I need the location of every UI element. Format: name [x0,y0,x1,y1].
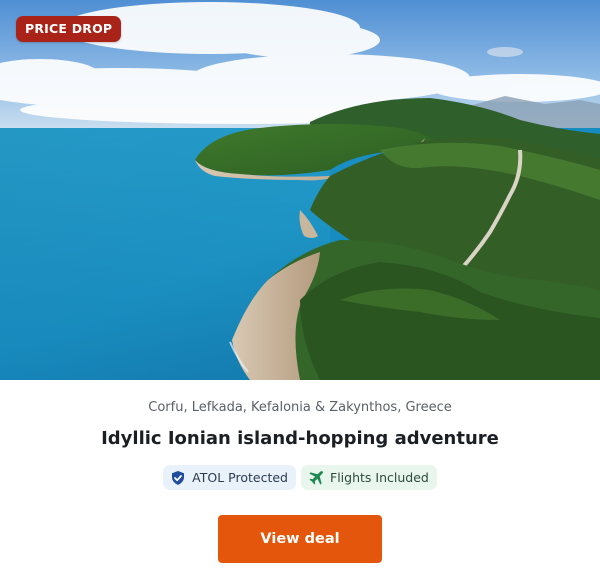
atol-protected-tag: ATOL Protected [163,465,296,490]
price-drop-badge: PRICE DROP [16,16,122,42]
hero-image[interactable]: PRICE DROP [0,0,600,380]
atol-tag-label: ATOL Protected [192,470,288,485]
airplane-icon [308,470,324,486]
deal-tags: ATOL Protected Flights Included [0,465,600,490]
coastline-photo [0,0,600,380]
flights-included-tag: Flights Included [301,465,437,490]
shield-check-icon [170,470,186,486]
deal-location: Corfu, Lefkada, Kefalonia & Zakynthos, G… [148,400,452,415]
view-deal-button[interactable]: View deal [218,515,382,563]
flights-tag-label: Flights Included [330,470,429,485]
deal-title[interactable]: Idyllic Ionian island-hopping adventure [0,428,600,449]
deal-card[interactable]: PRICE DROP Corfu, Lefkada, Kefalonia & Z… [0,0,600,587]
